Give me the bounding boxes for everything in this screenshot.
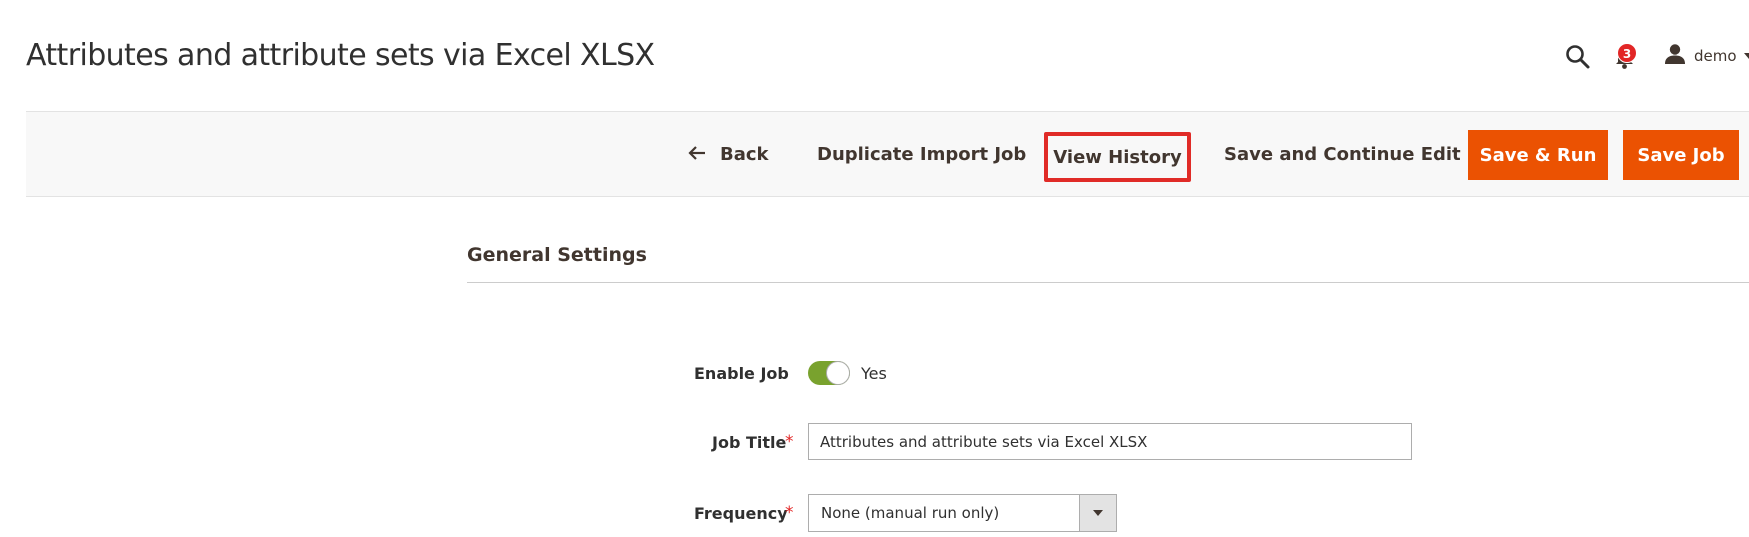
user-menu[interactable]: demo bbox=[1664, 44, 1749, 68]
enable-job-label: Enable Job bbox=[694, 364, 789, 383]
enable-job-toggle[interactable] bbox=[808, 361, 850, 385]
user-name: demo bbox=[1694, 47, 1737, 65]
required-asterisk: * bbox=[785, 503, 794, 523]
arrow-left-icon bbox=[688, 144, 706, 165]
header-actions: 3 demo bbox=[1509, 0, 1749, 110]
page-title: Attributes and attribute sets via Excel … bbox=[26, 38, 655, 73]
section-title-general-settings[interactable]: General Settings bbox=[467, 244, 647, 266]
save-job-button[interactable]: Save Job bbox=[1623, 130, 1739, 180]
toggle-knob bbox=[826, 361, 850, 385]
chevron-down-icon bbox=[1093, 510, 1103, 516]
page-actions-toolbar: Back Duplicate Import Job View History S… bbox=[26, 111, 1749, 197]
job-title-input[interactable] bbox=[808, 423, 1412, 460]
frequency-select[interactable]: None (manual run only) bbox=[808, 494, 1117, 532]
select-dropdown-button[interactable] bbox=[1079, 495, 1116, 531]
duplicate-import-job-button[interactable]: Duplicate Import Job bbox=[817, 112, 1026, 196]
enable-job-value: Yes bbox=[861, 364, 887, 383]
job-title-label: Job Title bbox=[712, 433, 787, 452]
back-label: Back bbox=[720, 143, 769, 165]
view-history-button[interactable]: View History bbox=[1044, 132, 1191, 182]
notification-count-badge: 3 bbox=[1617, 43, 1637, 63]
user-icon bbox=[1664, 43, 1686, 69]
required-asterisk: * bbox=[785, 432, 794, 452]
section-divider bbox=[467, 282, 1749, 283]
save-and-continue-edit-button[interactable]: Save and Continue Edit bbox=[1224, 112, 1461, 196]
caret-down-icon bbox=[1743, 53, 1749, 59]
frequency-label: Frequency bbox=[694, 504, 788, 523]
back-button[interactable]: Back bbox=[688, 112, 769, 196]
frequency-selected-value: None (manual run only) bbox=[821, 504, 1000, 522]
save-and-run-button[interactable]: Save & Run bbox=[1468, 130, 1608, 180]
search-icon[interactable] bbox=[1565, 44, 1591, 70]
